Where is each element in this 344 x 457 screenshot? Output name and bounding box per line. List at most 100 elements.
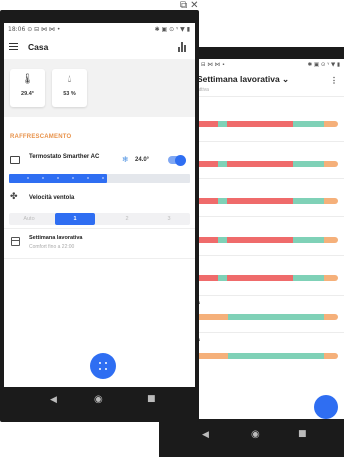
stripe-segment bbox=[323, 121, 338, 127]
fan-icon: ✤ bbox=[10, 192, 18, 202]
stripe-segment bbox=[323, 353, 338, 359]
stripe-segment bbox=[218, 275, 227, 281]
stripe-segment bbox=[197, 237, 219, 243]
fan-option-2[interactable]: 2 bbox=[112, 216, 142, 222]
sensor-card-humidity: 💧︎ 53 % bbox=[52, 69, 87, 107]
divider bbox=[197, 332, 344, 333]
status-left: 18:06 ⊙ ⊟ ⋈ ⋈ • bbox=[8, 26, 61, 33]
stripe-segment bbox=[292, 198, 324, 204]
stripe-segment bbox=[292, 161, 324, 167]
app-bar: Casa bbox=[4, 36, 195, 58]
stripe-segment bbox=[218, 121, 227, 127]
fan-option-3[interactable]: 3 bbox=[154, 216, 184, 222]
stripe-segment bbox=[323, 237, 338, 243]
hamburger-menu-icon[interactable] bbox=[9, 43, 18, 51]
divider bbox=[197, 141, 344, 142]
day-stripe[interactable] bbox=[197, 161, 338, 167]
stripe-segment bbox=[226, 237, 293, 243]
slider-tick bbox=[57, 177, 59, 179]
thermometer-icon: 🌡︎ bbox=[21, 74, 34, 85]
sensor-card-temperature: 🌡︎ 29.4° bbox=[10, 69, 45, 107]
day-stripe[interactable] bbox=[197, 198, 338, 204]
divider bbox=[197, 178, 344, 179]
slider-tick bbox=[42, 177, 44, 179]
stripe-segment bbox=[292, 121, 324, 127]
home-icon[interactable]: ◉ bbox=[94, 394, 103, 405]
status-right: ✱ ▣ ⊙ ᵞ ▼ ▮ bbox=[154, 26, 190, 33]
day-stripe[interactable] bbox=[197, 314, 338, 320]
stripe-segment bbox=[197, 198, 219, 204]
back-screen: ⊟ ⋈ ⋈ • ✱ ▣ ⊙ ᵞ ▼ ▮ Settimana lavorativa… bbox=[197, 59, 344, 419]
stripe-segment bbox=[218, 161, 227, 167]
humidity-value: 53 % bbox=[63, 91, 76, 97]
schedule-subtitle: Comfort fino a 22:00 bbox=[29, 244, 75, 250]
stripe-segment bbox=[197, 314, 229, 320]
recents-icon[interactable]: ■ bbox=[147, 394, 156, 404]
temperature-slider[interactable] bbox=[9, 174, 190, 183]
stripe-segment bbox=[197, 275, 219, 281]
home-icon[interactable]: ◉ bbox=[251, 429, 260, 440]
stripe-segment bbox=[228, 314, 324, 320]
stripe-segment bbox=[226, 198, 293, 204]
stripe-segment bbox=[197, 161, 219, 167]
slider-tick bbox=[102, 177, 104, 179]
front-navigation-bar: ◀ ◉ ■ bbox=[0, 387, 199, 422]
ac-unit-icon bbox=[10, 156, 20, 164]
stripe-segment bbox=[226, 161, 293, 167]
overflow-menu-icon[interactable]: ⋮ bbox=[330, 76, 338, 85]
back-icon[interactable]: ◀ bbox=[202, 430, 209, 440]
calendar-icon bbox=[11, 237, 20, 246]
schedule-row[interactable]: Settimana lavorativa Comfort fino a 22:0… bbox=[4, 233, 195, 255]
back-navigation-bar: ◀ ◉ ■ bbox=[159, 419, 344, 457]
fan-option-1[interactable]: 1 bbox=[60, 216, 90, 222]
fan-speed-selector: Auto 1 2 3 bbox=[9, 213, 190, 225]
stripe-segment bbox=[228, 353, 324, 359]
day-stripe[interactable] bbox=[197, 353, 338, 359]
thermostat-name: Termostato Smarther AC bbox=[29, 154, 100, 160]
schedule-title: Settimana lavorativa bbox=[29, 235, 83, 241]
snowflake-icon: ❄ bbox=[122, 155, 129, 164]
day-stripe[interactable] bbox=[197, 275, 338, 281]
stripe-segment bbox=[323, 314, 338, 320]
recents-icon[interactable]: ■ bbox=[298, 429, 307, 439]
stripe-segment bbox=[218, 237, 227, 243]
setpoint-temp: 24.0° bbox=[135, 157, 150, 163]
day-stripe[interactable] bbox=[197, 237, 338, 243]
stripe-segment bbox=[323, 161, 338, 167]
fan-option-auto[interactable]: Auto bbox=[14, 216, 44, 222]
humidity-drop-icon: 💧︎ bbox=[67, 74, 72, 85]
bar-chart-icon[interactable] bbox=[178, 42, 187, 52]
dot-icon bbox=[99, 362, 101, 364]
fan-speed-row: ✤ Velocità ventola bbox=[4, 189, 195, 209]
slider-tick bbox=[27, 177, 29, 179]
back-status-bar: ⊟ ⋈ ⋈ • ✱ ▣ ⊙ ᵞ ▼ ▮ bbox=[197, 61, 344, 70]
dot-icon bbox=[99, 368, 101, 370]
small-fab-button[interactable] bbox=[314, 395, 338, 419]
day-stripe[interactable] bbox=[197, 121, 338, 127]
divider bbox=[197, 255, 344, 256]
schedule-title-dropdown[interactable]: Settimana lavorativa ⌄ bbox=[197, 74, 289, 85]
stripe-segment bbox=[226, 275, 293, 281]
status-left: ⊟ ⋈ ⋈ • bbox=[201, 62, 226, 68]
temperature-value: 29.4° bbox=[21, 91, 34, 97]
dot-icon bbox=[105, 368, 107, 370]
page-title: Casa bbox=[28, 42, 49, 52]
stripe-segment bbox=[218, 198, 227, 204]
screenshot: ⧉✕ ⧉✕ ⊟ ⋈ ⋈ • ✱ ▣ ⊙ ᵞ ▼ ▮ Settimana lavo… bbox=[0, 0, 344, 457]
section-title: RAFFRESCAMENTO bbox=[10, 134, 72, 140]
status-right: ✱ ▣ ⊙ ᵞ ▼ ▮ bbox=[307, 62, 340, 68]
front-device-frame: 18:06 ⊙ ⊟ ⋈ ⋈ • ✱ ▣ ⊙ ᵞ ▼ ▮ Casa 🌡︎ 29.4… bbox=[0, 10, 199, 422]
front-screen: 18:06 ⊙ ⊟ ⋈ ⋈ • ✱ ▣ ⊙ ᵞ ▼ ▮ Casa 🌡︎ 29.4… bbox=[4, 23, 195, 387]
stripe-segment bbox=[197, 121, 219, 127]
grid-fab-button[interactable] bbox=[90, 353, 116, 379]
divider bbox=[197, 216, 344, 217]
stripe-segment bbox=[292, 237, 324, 243]
power-toggle[interactable] bbox=[168, 154, 186, 166]
slider-tick bbox=[72, 177, 74, 179]
divider bbox=[4, 228, 195, 229]
status-bar: 18:06 ⊙ ⊟ ⋈ ⋈ • ✱ ▣ ⊙ ᵞ ▼ ▮ bbox=[4, 23, 195, 35]
stripe-segment bbox=[197, 353, 229, 359]
back-icon[interactable]: ◀ bbox=[50, 395, 57, 405]
fan-speed-label: Velocità ventola bbox=[29, 195, 75, 201]
stripe-segment bbox=[323, 275, 338, 281]
